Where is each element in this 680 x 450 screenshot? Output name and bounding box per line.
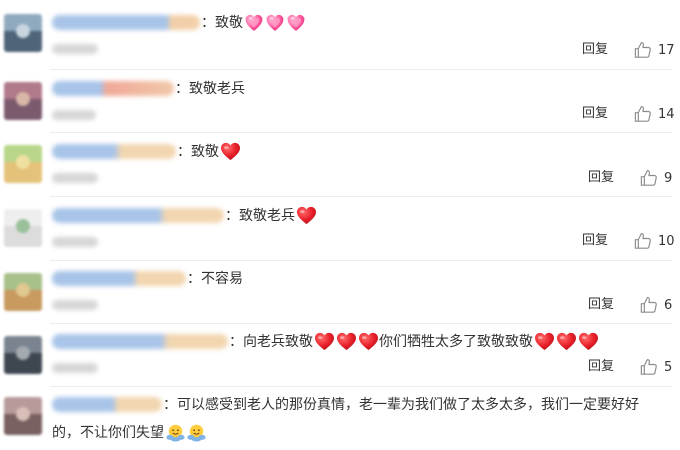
comment-item: ：不容易 回复 6	[0, 261, 680, 324]
comment-text: ：致敬老兵	[175, 81, 245, 97]
comment-text: ：可以感受到老人的那份真情，老一辈为我们做了太多太多，我们一定要好好	[163, 397, 639, 413]
comment-item: ：可以感受到老人的那份真情，老一辈为我们做了太多太多，我们一定要好好 的，不让你…	[0, 387, 680, 450]
like-count: 5	[664, 359, 673, 375]
timestamp	[52, 300, 98, 310]
red-heart-icon	[220, 142, 241, 161]
comment-text: ：不容易	[187, 271, 243, 287]
thumbs-up-icon	[640, 296, 658, 314]
red-heart-icon	[336, 332, 357, 351]
red-heart-icon	[296, 206, 317, 225]
reply-button[interactable]: 回复	[582, 104, 608, 124]
reply-button[interactable]: 回复	[582, 231, 608, 251]
comment-list: ：致敬 回复 17 ：致敬老兵 回复 14 ：致敬 回复 9 ：致敬老兵 回复 …	[0, 0, 680, 450]
comment-item: ：致敬 回复 9	[0, 133, 680, 197]
like-button[interactable]: 10	[634, 231, 675, 251]
like-button[interactable]: 9	[640, 168, 672, 188]
comment-text-continued: 的，不让你们失望	[52, 420, 206, 446]
thumbs-up-icon	[640, 358, 658, 376]
username[interactable]	[52, 333, 228, 349]
timestamp	[52, 44, 98, 54]
username[interactable]	[52, 14, 200, 30]
like-count: 6	[664, 297, 673, 313]
red-heart-icon	[534, 332, 555, 351]
username[interactable]	[52, 396, 162, 412]
pink-heart-icon	[286, 13, 306, 32]
avatar[interactable]	[4, 273, 42, 311]
username[interactable]	[52, 143, 176, 159]
red-heart-icon	[314, 332, 335, 351]
avatar[interactable]	[4, 82, 42, 120]
reply-button[interactable]: 回复	[588, 295, 614, 315]
avatar[interactable]	[4, 14, 42, 52]
red-heart-icon	[556, 332, 577, 351]
comment-item: ：致敬老兵 回复 10	[0, 197, 680, 261]
hugging-face-icon	[166, 424, 185, 442]
avatar[interactable]	[4, 145, 42, 183]
like-count: 9	[664, 170, 673, 186]
username[interactable]	[52, 207, 224, 223]
thumbs-up-icon	[634, 41, 652, 59]
pink-heart-icon	[244, 13, 264, 32]
timestamp	[52, 173, 98, 183]
red-heart-icon	[578, 332, 599, 351]
like-button[interactable]: 6	[640, 295, 672, 315]
red-heart-icon	[358, 332, 379, 351]
reply-button[interactable]: 回复	[588, 357, 614, 377]
reply-button[interactable]: 回复	[588, 168, 614, 188]
hugging-face-icon	[187, 424, 206, 442]
like-count: 10	[658, 233, 675, 249]
comment-text: ：向老兵致敬 你们牺牲太多了致敬致敬	[229, 331, 599, 351]
comment-text: ：致敬老兵	[225, 205, 317, 225]
timestamp	[52, 237, 98, 247]
like-button[interactable]: 17	[634, 40, 675, 60]
like-button[interactable]: 14	[634, 104, 675, 124]
pink-heart-icon	[265, 13, 285, 32]
thumbs-up-icon	[640, 169, 658, 187]
comment-item: ：致敬老兵 回复 14	[0, 70, 680, 133]
thumbs-up-icon	[634, 232, 652, 250]
comment-item: ：致敬 回复 17	[0, 0, 680, 70]
like-button[interactable]: 5	[640, 357, 672, 377]
like-count: 14	[658, 106, 675, 122]
thumbs-up-icon	[634, 105, 652, 123]
avatar[interactable]	[4, 336, 42, 374]
timestamp	[52, 110, 96, 120]
comment-item: ：向老兵致敬 你们牺牲太多了致敬致敬 回复 5	[0, 324, 680, 387]
comment-text: ：致敬	[201, 12, 306, 32]
reply-button[interactable]: 回复	[582, 40, 608, 60]
username[interactable]	[52, 270, 186, 286]
timestamp	[52, 363, 98, 373]
comment-text: ：致敬	[177, 141, 241, 161]
username[interactable]	[52, 80, 174, 96]
avatar[interactable]	[4, 209, 42, 247]
like-count: 17	[658, 42, 675, 58]
avatar[interactable]	[4, 397, 42, 435]
